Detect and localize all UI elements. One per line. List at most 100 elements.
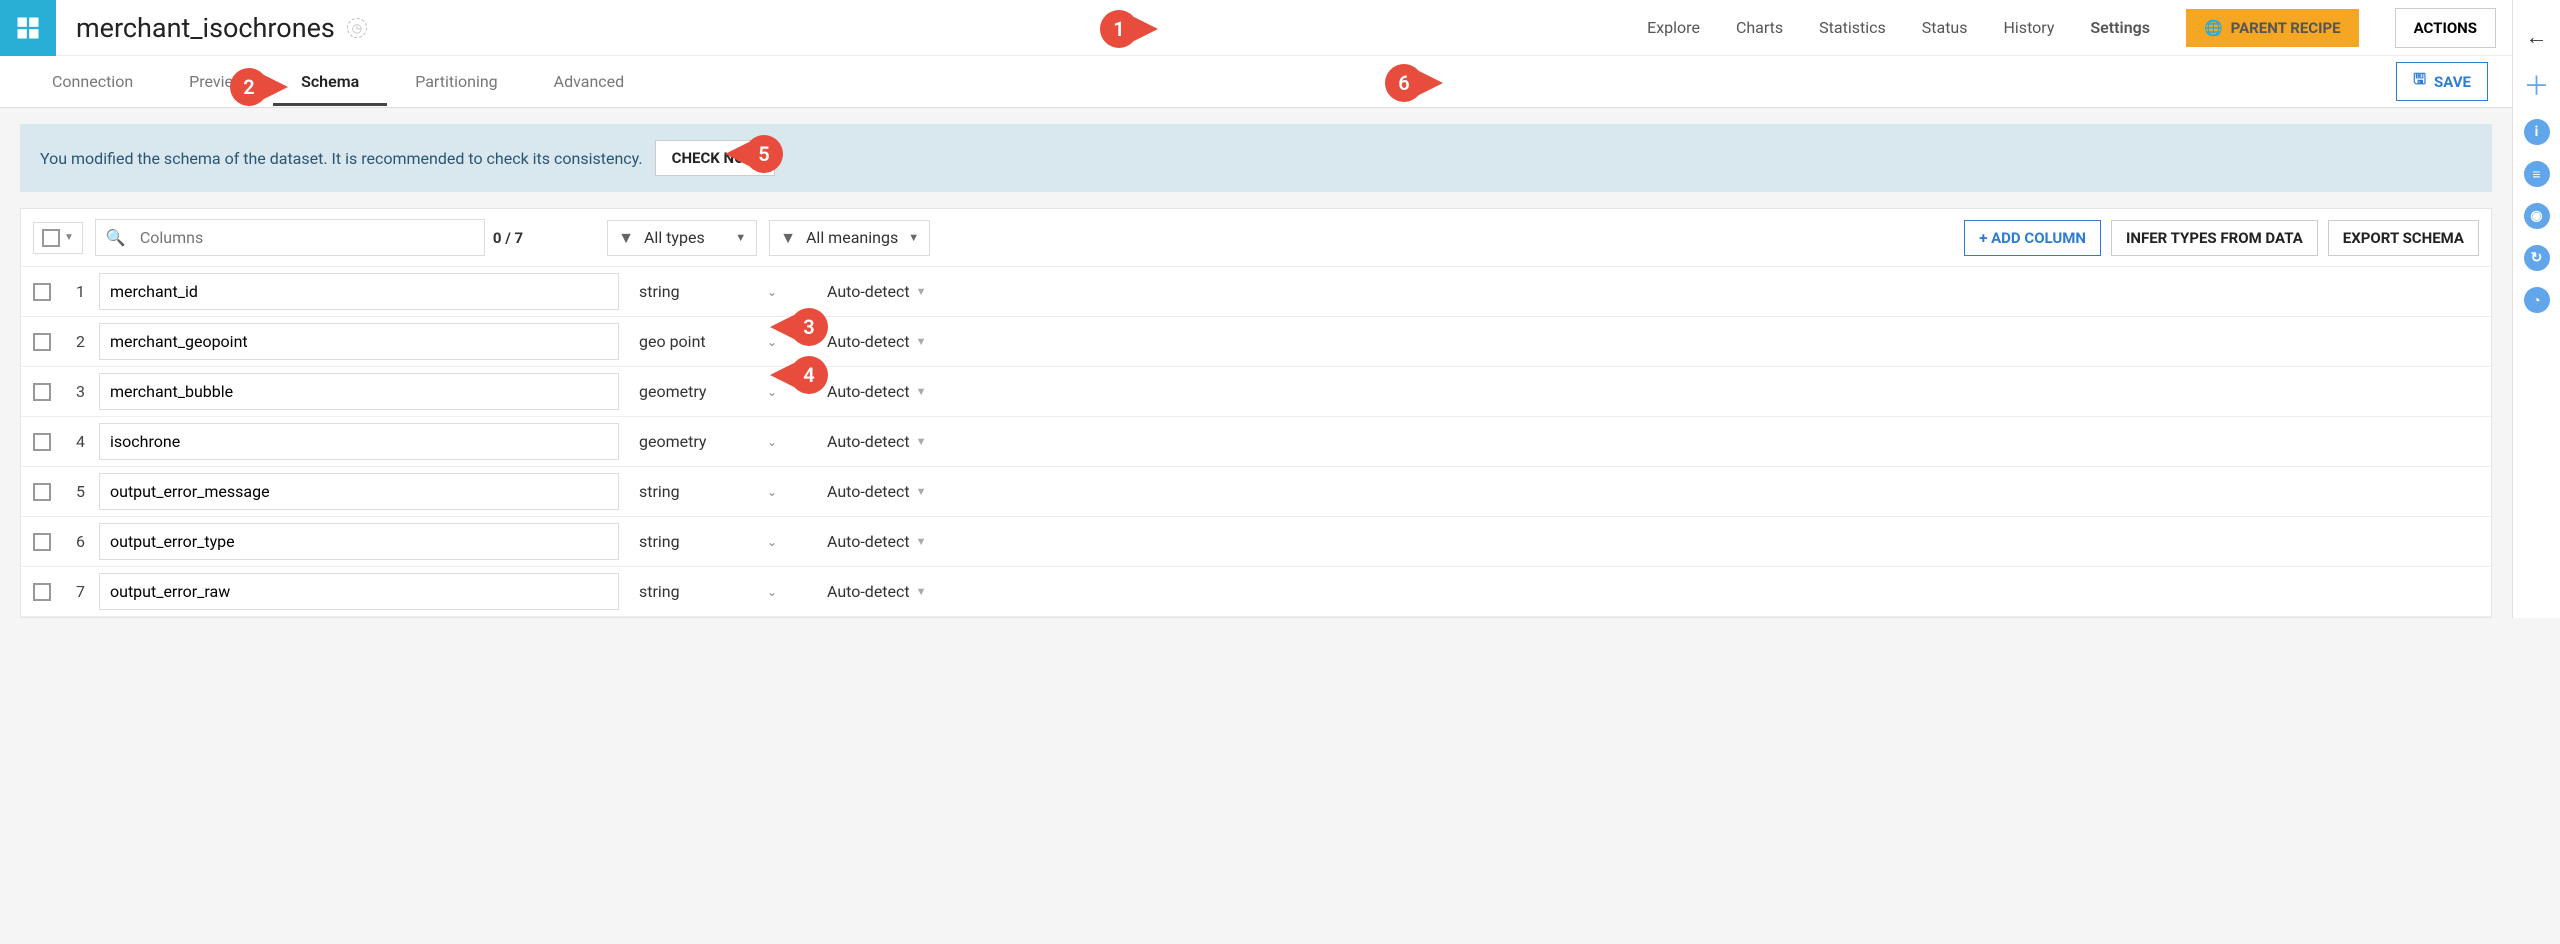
rail-clock-icon[interactable]: ◔: [2524, 287, 2550, 313]
column-type-label: string: [639, 582, 680, 601]
column-type-dropdown[interactable]: geo point ⌄: [633, 328, 783, 355]
row-index: 4: [65, 432, 85, 451]
schema-row: 1 string ⌄ Auto-detect ▼: [21, 267, 2491, 317]
column-meaning-dropdown[interactable]: Auto-detect ▼: [827, 332, 967, 351]
column-meaning-dropdown[interactable]: Auto-detect ▼: [827, 482, 967, 501]
schema-row: 4 geometry ⌄ Auto-detect ▼: [21, 417, 2491, 467]
chevron-down-icon: ▼: [735, 231, 746, 244]
rail-history-icon[interactable]: ↻: [2524, 245, 2550, 271]
column-name-input[interactable]: [99, 473, 619, 510]
column-meaning-dropdown[interactable]: Auto-detect ▼: [827, 582, 967, 601]
chevron-down-icon: ⌄: [767, 385, 777, 399]
chevron-down-icon: ▼: [64, 232, 74, 243]
column-type-label: geo point: [639, 332, 706, 351]
actions-button[interactable]: ACTIONS: [2395, 8, 2496, 48]
rail-list-icon[interactable]: ≡: [2524, 161, 2550, 187]
app-logo-icon[interactable]: [0, 0, 56, 56]
chevron-down-icon: ⌄: [767, 535, 777, 549]
top-bar: merchant_isochrones ◷ Explore Charts Sta…: [0, 0, 2512, 56]
chevron-down-icon: ▼: [916, 535, 927, 548]
schema-row: 2 geo point ⌄ Auto-detect ▼: [21, 317, 2491, 367]
right-rail: ← ＋ i ≡ ◉ ↻ ◔: [2512, 0, 2560, 618]
column-name-input[interactable]: [99, 523, 619, 560]
infer-types-button[interactable]: INFER TYPES FROM DATA: [2111, 220, 2318, 256]
column-type-label: string: [639, 282, 680, 301]
nav-charts[interactable]: Charts: [1736, 18, 1783, 37]
column-meaning-label: Auto-detect: [827, 332, 910, 351]
nav-statistics[interactable]: Statistics: [1819, 18, 1886, 37]
column-type-label: geometry: [639, 432, 706, 451]
type-filter-dropdown[interactable]: ▼ All types ▼: [607, 220, 757, 256]
nav-settings[interactable]: Settings: [2090, 18, 2150, 37]
column-type-dropdown[interactable]: string ⌄: [633, 578, 783, 605]
row-checkbox[interactable]: [33, 283, 51, 301]
column-meaning-dropdown[interactable]: Auto-detect ▼: [827, 432, 967, 451]
schema-toolbar: ▼ 🔍 0 / 7 ▼ All types ▼ ▼ All meanings ▼…: [21, 209, 2491, 267]
search-icon: 🔍: [96, 220, 136, 255]
column-type-dropdown[interactable]: string ⌄: [633, 278, 783, 305]
column-type-dropdown[interactable]: geometry ⌄: [633, 428, 783, 455]
column-meaning-label: Auto-detect: [827, 482, 910, 501]
column-type-label: geometry: [639, 382, 706, 401]
column-search-input[interactable]: [136, 220, 484, 255]
dataset-title: merchant_isochrones: [76, 12, 335, 44]
tab-partitioning[interactable]: Partitioning: [387, 58, 525, 105]
chevron-down-icon: ⌄: [767, 585, 777, 599]
column-meaning-dropdown[interactable]: Auto-detect ▼: [827, 532, 967, 551]
column-name-input[interactable]: [99, 273, 619, 310]
column-meaning-label: Auto-detect: [827, 432, 910, 451]
tab-schema[interactable]: Schema: [273, 58, 387, 105]
rail-chat-icon[interactable]: ◉: [2524, 203, 2550, 229]
schema-panel: ▼ 🔍 0 / 7 ▼ All types ▼ ▼ All meanings ▼…: [20, 208, 2492, 618]
tab-preview[interactable]: Preview: [161, 58, 273, 105]
parent-recipe-button[interactable]: 🌐 PARENT RECIPE: [2186, 9, 2359, 47]
row-checkbox[interactable]: [33, 383, 51, 401]
column-name-input[interactable]: [99, 373, 619, 410]
row-index: 5: [65, 482, 85, 501]
nav-status[interactable]: Status: [1922, 18, 1968, 37]
rail-info-icon[interactable]: i: [2524, 119, 2550, 145]
column-meaning-dropdown[interactable]: Auto-detect ▼: [827, 282, 967, 301]
column-type-dropdown[interactable]: geometry ⌄: [633, 378, 783, 405]
nav-explore[interactable]: Explore: [1647, 18, 1700, 37]
nav-history[interactable]: History: [2004, 18, 2055, 37]
row-checkbox[interactable]: [33, 433, 51, 451]
meaning-filter-dropdown[interactable]: ▼ All meanings ▼: [769, 220, 930, 256]
row-index: 3: [65, 382, 85, 401]
row-checkbox[interactable]: [33, 483, 51, 501]
column-name-input[interactable]: [99, 323, 619, 360]
save-button[interactable]: 🖫 SAVE: [2396, 62, 2488, 101]
row-checkbox[interactable]: [33, 533, 51, 551]
tab-connection[interactable]: Connection: [24, 58, 161, 105]
check-now-button[interactable]: CHECK NOW: [655, 140, 775, 176]
tab-advanced[interactable]: Advanced: [526, 58, 653, 105]
column-meaning-label: Auto-detect: [827, 532, 910, 551]
column-name-input[interactable]: [99, 573, 619, 610]
collapse-arrow-icon[interactable]: ←: [2519, 24, 2555, 50]
funnel-icon: ▼: [618, 228, 634, 248]
column-type-dropdown[interactable]: string ⌄: [633, 528, 783, 555]
floppy-icon: 🖫: [2413, 69, 2426, 94]
row-index: 6: [65, 532, 85, 551]
rail-add-icon[interactable]: ＋: [2523, 66, 2549, 103]
funnel-icon: ▼: [780, 228, 796, 248]
chevron-down-icon: ▼: [916, 485, 927, 498]
row-index: 2: [65, 332, 85, 351]
export-schema-button[interactable]: EXPORT SCHEMA: [2328, 220, 2479, 256]
chevron-down-icon: ▼: [916, 385, 927, 398]
schema-row: 6 string ⌄ Auto-detect ▼: [21, 517, 2491, 567]
add-column-button[interactable]: + ADD COLUMN: [1964, 220, 2101, 256]
row-checkbox[interactable]: [33, 583, 51, 601]
column-meaning-dropdown[interactable]: Auto-detect ▼: [827, 382, 967, 401]
settings-subtabs: Connection Preview Schema Partitioning A…: [0, 56, 2512, 108]
select-all-checkbox[interactable]: ▼: [33, 222, 83, 254]
column-type-dropdown[interactable]: string ⌄: [633, 478, 783, 505]
chevron-down-icon: ⌄: [767, 285, 777, 299]
top-nav: Explore Charts Statistics Status History…: [1647, 8, 2496, 48]
column-name-input[interactable]: [99, 423, 619, 460]
build-status-icon[interactable]: ◷: [347, 18, 367, 38]
chevron-down-icon: ▼: [908, 231, 919, 244]
column-meaning-label: Auto-detect: [827, 282, 910, 301]
chevron-down-icon: ▼: [916, 285, 927, 298]
row-checkbox[interactable]: [33, 333, 51, 351]
